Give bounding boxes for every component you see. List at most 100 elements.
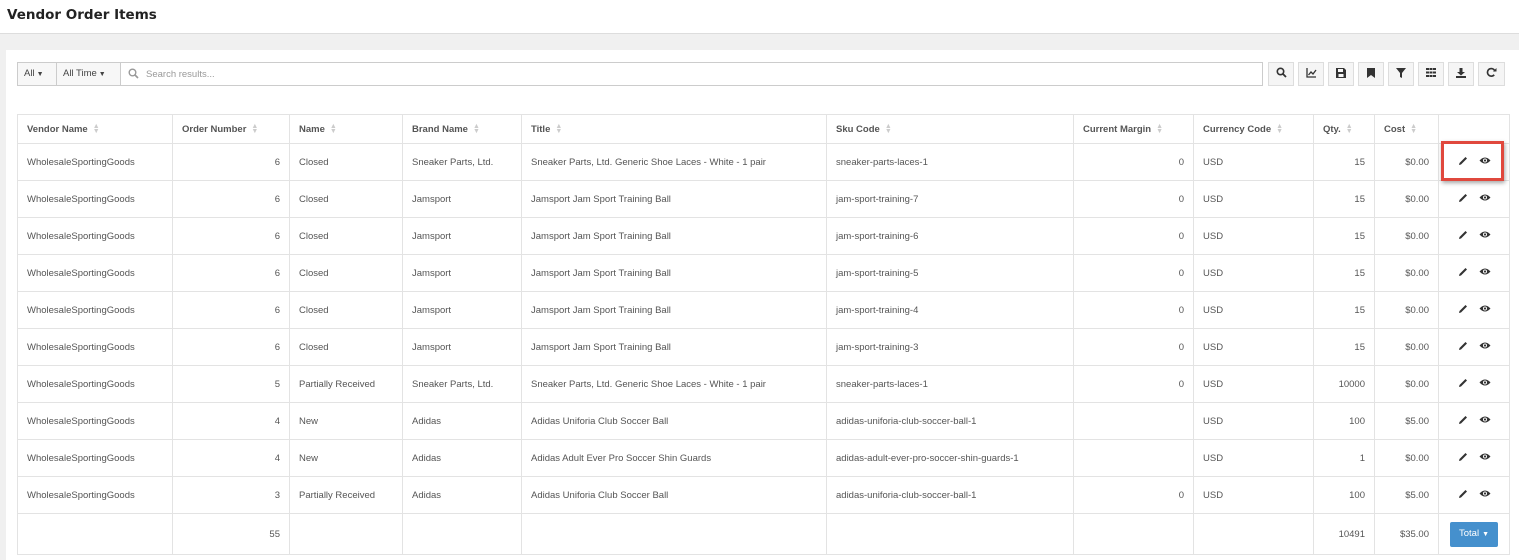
- sort-icon: ▲ ▼: [329, 122, 337, 135]
- edit-pencil-icon[interactable]: [1458, 415, 1468, 428]
- table-cell: 1: [1313, 439, 1375, 477]
- table-cell: adidas-adult-ever-pro-soccer-shin-guards…: [826, 439, 1074, 477]
- table-cell: USD: [1193, 180, 1314, 218]
- chart-icon: [1305, 67, 1317, 81]
- table-row: WholesaleSportingGoods 5 Partially Receive…: [17, 365, 1510, 403]
- table-cell: $0.00: [1374, 180, 1439, 218]
- view-eye-icon[interactable]: [1479, 452, 1491, 464]
- columns-icon: [1426, 68, 1436, 80]
- edit-pencil-icon[interactable]: [1458, 230, 1468, 243]
- table-cell: Jamsport: [402, 254, 522, 292]
- column-header[interactable]: Order Number ▲ ▼: [172, 114, 290, 144]
- view-eye-icon[interactable]: [1479, 267, 1491, 279]
- edit-pencil-icon[interactable]: [1458, 452, 1468, 465]
- footer-cell: [521, 513, 827, 555]
- table-cell: Jamsport: [402, 180, 522, 218]
- table-cell: 6: [172, 328, 290, 366]
- table-cell: Adidas Uniforia Club Soccer Ball: [521, 402, 827, 440]
- table-cell: adidas-uniforia-club-soccer-ball-1: [826, 402, 1074, 440]
- table-cell: Jamsport Jam Sport Training Ball: [521, 254, 827, 292]
- table-cell: WholesaleSportingGoods: [17, 439, 173, 477]
- table-cell: Jamsport: [402, 328, 522, 366]
- table-cell: Adidas: [402, 439, 522, 477]
- table-cell: USD: [1193, 291, 1314, 329]
- download-button[interactable]: [1448, 62, 1474, 86]
- total-dropdown-button[interactable]: Total ▼: [1449, 521, 1498, 547]
- edit-pencil-icon[interactable]: [1458, 267, 1468, 280]
- caret-down-icon: ▼: [36, 71, 44, 78]
- column-header[interactable]: Name ▲ ▼: [289, 114, 403, 144]
- row-actions: [1438, 365, 1510, 403]
- search-button[interactable]: [1268, 62, 1294, 86]
- refresh-button[interactable]: [1478, 62, 1505, 86]
- table-cell: 15: [1313, 143, 1375, 181]
- table-cell: USD: [1193, 402, 1314, 440]
- view-eye-icon[interactable]: [1479, 193, 1491, 205]
- table-cell: 15: [1313, 328, 1375, 366]
- column-header-label: Cost: [1384, 123, 1406, 135]
- bookmark-button[interactable]: [1358, 62, 1384, 86]
- actions-header: [1438, 114, 1510, 144]
- columns-button[interactable]: [1418, 62, 1444, 86]
- table-row: WholesaleSportingGoods 6 Closed Sneaker Par…: [17, 143, 1510, 181]
- table-cell: Sneaker Parts, Ltd. Generic Shoe Laces -…: [521, 143, 827, 181]
- table-cell: sneaker-parts-laces-1: [826, 143, 1074, 181]
- table-cell: New: [289, 439, 403, 477]
- table-row: WholesaleSportingGoods 4 New Adidas Adidas A…: [17, 439, 1510, 477]
- table-cell: adidas-uniforia-club-soccer-ball-1: [826, 476, 1074, 514]
- table-cell: Closed: [289, 217, 403, 255]
- table-cell: $0.00: [1374, 254, 1439, 292]
- save-button[interactable]: [1328, 62, 1354, 86]
- row-actions: [1438, 180, 1510, 218]
- edit-pencil-icon[interactable]: [1458, 378, 1468, 391]
- filter-button[interactable]: [1388, 62, 1414, 86]
- search-icon: [128, 68, 139, 82]
- filter-all-dropdown[interactable]: All ▼: [17, 62, 57, 86]
- caret-down-icon: ▼: [1482, 530, 1489, 538]
- content-panel: All ▼ All Time ▼ Search results... Vendo…: [6, 50, 1519, 560]
- column-header[interactable]: Sku Code ▲ ▼: [826, 114, 1074, 144]
- edit-pencil-icon[interactable]: [1458, 341, 1468, 354]
- view-eye-icon[interactable]: [1479, 230, 1491, 242]
- table-cell: WholesaleSportingGoods: [17, 328, 173, 366]
- sort-icon: ▲ ▼: [251, 122, 259, 135]
- table-row: WholesaleSportingGoods 3 Partially Receive…: [17, 476, 1510, 514]
- column-header[interactable]: Currency Code ▲ ▼: [1193, 114, 1314, 144]
- table-cell: 4: [172, 439, 290, 477]
- column-header[interactable]: Cost ▲ ▼: [1374, 114, 1439, 144]
- view-eye-icon[interactable]: [1479, 489, 1491, 501]
- sort-icon: ▲ ▼: [92, 122, 100, 135]
- filter-time-dropdown[interactable]: All Time ▼: [56, 62, 121, 86]
- view-eye-icon[interactable]: [1479, 415, 1491, 427]
- edit-pencil-icon[interactable]: [1458, 193, 1468, 206]
- column-header[interactable]: Qty. ▲ ▼: [1313, 114, 1375, 144]
- column-header[interactable]: Title ▲ ▼: [521, 114, 827, 144]
- table-cell: jam-sport-training-3: [826, 328, 1074, 366]
- column-header-label: Title: [531, 123, 551, 135]
- table-cell: 3: [172, 476, 290, 514]
- search-input[interactable]: [146, 65, 1246, 83]
- view-eye-icon[interactable]: [1479, 341, 1491, 353]
- table-cell: 6: [172, 291, 290, 329]
- table-cell: Jamsport Jam Sport Training Ball: [521, 180, 827, 218]
- table-cell: USD: [1193, 365, 1314, 403]
- table-cell: Closed: [289, 254, 403, 292]
- chart-button[interactable]: [1298, 62, 1324, 86]
- download-icon: [1456, 67, 1466, 81]
- column-header[interactable]: Brand Name ▲ ▼: [402, 114, 522, 144]
- edit-pencil-icon[interactable]: [1458, 304, 1468, 317]
- table-cell: 6: [172, 217, 290, 255]
- total-button-label: Total: [1458, 527, 1480, 539]
- column-header[interactable]: Vendor Name ▲ ▼: [17, 114, 173, 144]
- toolbar: All ▼ All Time ▼: [17, 62, 1509, 86]
- table-cell: Partially Received: [289, 476, 403, 514]
- footer-total-cell: 10491: [1313, 513, 1375, 555]
- column-header[interactable]: Current Margin ▲ ▼: [1073, 114, 1194, 144]
- footer-cell: [402, 513, 522, 555]
- filter-all-label: All: [24, 68, 35, 79]
- table-cell: 6: [172, 254, 290, 292]
- row-actions: [1438, 328, 1510, 366]
- view-eye-icon[interactable]: [1479, 378, 1491, 390]
- view-eye-icon[interactable]: [1479, 304, 1491, 316]
- edit-pencil-icon[interactable]: [1458, 489, 1468, 502]
